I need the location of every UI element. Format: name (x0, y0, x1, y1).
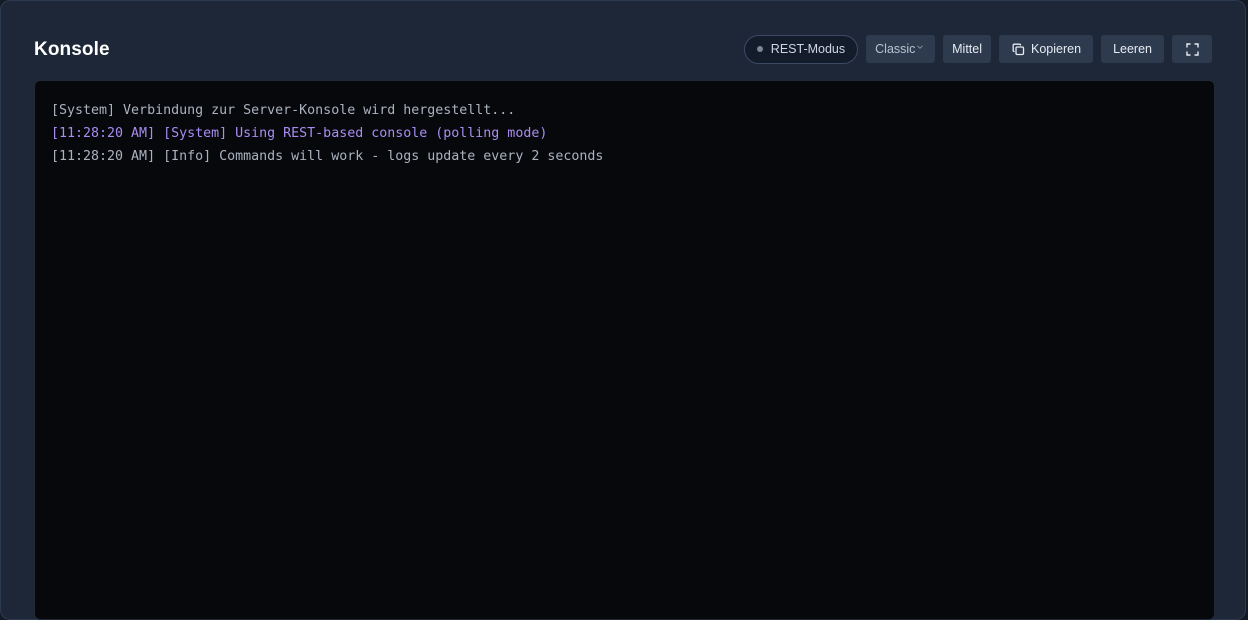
font-size-button[interactable]: Mittel (943, 35, 992, 63)
panel-header: Konsole REST-Modus Classic Mittel Kopier… (34, 34, 1212, 64)
console-output[interactable]: [System] Verbindung zur Server-Konsole w… (34, 80, 1215, 620)
log-line: [System] Verbindung zur Server-Konsole w… (51, 103, 516, 118)
fullscreen-button[interactable] (1172, 35, 1212, 63)
theme-select-value: Classic (875, 42, 916, 56)
log-line: [11:28:20 AM] [System] Using REST-based … (51, 126, 548, 141)
log-line: [11:28:20 AM] [Info] Commands will work … (51, 149, 604, 164)
panel-title: Konsole (34, 38, 110, 60)
status-dot-icon (756, 46, 763, 52)
console-panel: Konsole REST-Modus Classic Mittel Kopier… (0, 0, 1246, 620)
clear-button-label: Leeren (1113, 42, 1152, 56)
clear-button[interactable]: Leeren (1101, 35, 1164, 63)
font-size-label: Mittel (952, 42, 983, 56)
copy-icon (1012, 43, 1025, 55)
connection-mode-label: REST-Modus (770, 42, 846, 56)
copy-button-label: Kopieren (1031, 42, 1082, 56)
fullscreen-icon (1185, 42, 1199, 56)
console-toolbar: REST-Modus Classic Mittel Kopieren Leere… (743, 34, 1212, 64)
connection-mode-badge: REST-Modus (743, 34, 859, 64)
chevron-down-icon (917, 45, 923, 49)
theme-select[interactable]: Classic (866, 35, 936, 63)
copy-button[interactable]: Kopieren (999, 35, 1094, 63)
